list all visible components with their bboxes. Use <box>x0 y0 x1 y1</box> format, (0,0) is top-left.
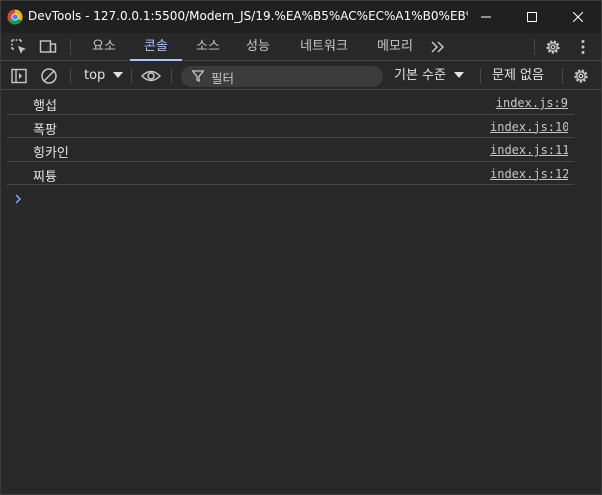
maximize-icon <box>527 12 537 22</box>
message-source-link[interactable]: index.js:12 <box>490 167 568 181</box>
filter-placeholder: 필터 <box>211 71 235 86</box>
minimize-button[interactable] <box>463 1 509 33</box>
message-source-link[interactable]: index.js:9 <box>490 96 568 110</box>
dropdown-arrow-icon <box>113 72 124 78</box>
toolbar-divider <box>70 39 71 55</box>
devtools-window: DevTools - 127.0.0.1:5500/Modern_JS/19.%… <box>0 0 602 495</box>
message-source-link[interactable]: index.js:11 <box>490 143 568 157</box>
minimize-icon <box>481 16 491 18</box>
inspect-element-icon[interactable] <box>10 38 28 56</box>
message-text: 폭팡 <box>33 122 57 138</box>
device-toolbar-icon[interactable] <box>39 38 57 56</box>
window-title: DevTools - 127.0.0.1:5500/Modern_JS/19.%… <box>28 9 468 23</box>
tab-sources[interactable]: 소스 <box>184 33 232 61</box>
console-settings-icon[interactable] <box>572 67 590 85</box>
context-selector[interactable]: top <box>79 62 124 90</box>
message-text: 행섭 <box>33 99 57 114</box>
console-toolbar: top 필터 기본 수준 문제 없음 <box>1 62 601 90</box>
filter-input[interactable]: 필터 <box>181 66 383 87</box>
tab-elements[interactable]: 요소 <box>80 33 128 61</box>
more-tabs-icon[interactable] <box>429 38 447 56</box>
title-bar: DevTools - 127.0.0.1:5500/Modern_JS/19.%… <box>1 1 601 33</box>
tab-performance[interactable]: 성능 <box>234 33 282 61</box>
context-label: top <box>84 68 106 83</box>
toolbar-divider <box>562 68 563 84</box>
settings-icon[interactable] <box>544 38 562 56</box>
tab-console[interactable]: 콘솔 <box>130 33 182 61</box>
active-tab-indicator <box>130 59 182 61</box>
dropdown-arrow-icon <box>454 72 465 78</box>
toolbar-divider <box>131 68 132 84</box>
console-messages: 행섭 index.js:9 폭팡 index.js:10 힝카인 index.j… <box>1 91 601 185</box>
close-button[interactable] <box>555 1 601 33</box>
log-level-selector[interactable]: 기본 수준 <box>394 62 465 90</box>
issues-counter[interactable]: 문제 없음 <box>492 62 544 90</box>
message-text: 찌튱 <box>33 169 57 185</box>
toolbar-divider <box>534 39 535 55</box>
kebab-menu-icon[interactable] <box>574 38 592 56</box>
console-message: 폭팡 index.js:10 <box>7 115 574 138</box>
log-level-label: 기본 수준 <box>394 68 446 83</box>
filter-icon <box>192 70 204 82</box>
console-message: 행섭 index.js:9 <box>7 91 574 115</box>
console-message: 힝카인 index.js:11 <box>7 138 574 162</box>
tab-network[interactable]: 네트워크 <box>286 33 362 61</box>
message-text: 힝카인 <box>33 146 69 161</box>
eye-icon[interactable] <box>141 67 161 85</box>
toolbar-divider <box>480 68 481 84</box>
maximize-button[interactable] <box>509 1 555 33</box>
chrome-logo-icon <box>7 9 23 25</box>
toolbar-divider <box>70 68 71 84</box>
console-message: 찌튱 index.js:12 <box>7 162 574 185</box>
sidebar-toggle-icon[interactable] <box>10 67 28 85</box>
message-source-link[interactable]: index.js:10 <box>490 120 568 134</box>
main-toolbar: 요소 콘솔 소스 성능 네트워크 메모리 <box>1 33 601 61</box>
prompt-chevron-icon[interactable] <box>13 193 23 205</box>
clear-console-icon[interactable] <box>40 67 58 85</box>
close-icon <box>573 12 583 22</box>
tab-memory[interactable]: 메모리 <box>366 33 424 61</box>
toolbar-divider <box>171 68 172 84</box>
